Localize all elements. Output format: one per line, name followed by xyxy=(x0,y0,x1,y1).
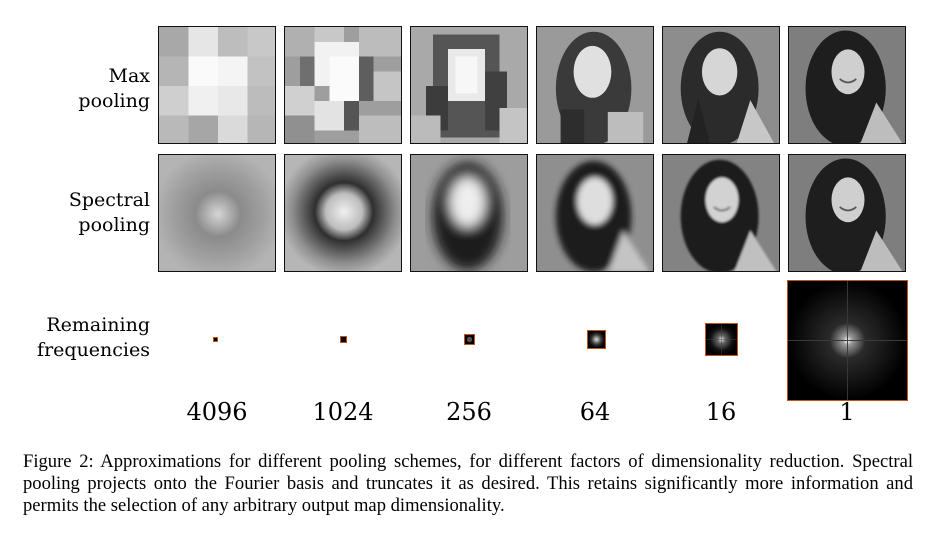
factor-label-256: 256 xyxy=(446,398,492,426)
max-pooling-image-4096 xyxy=(158,26,276,144)
frequency-spectrum-4096 xyxy=(213,337,218,342)
factor-label-64: 64 xyxy=(579,398,611,426)
frequency-spectrum-1024 xyxy=(340,336,347,343)
spectral-pooling-image-1 xyxy=(788,154,906,272)
factor-label-1024: 1024 xyxy=(312,398,374,426)
spectral-pooling-image-256 xyxy=(410,154,528,272)
row-label-max-pooling: Max pooling xyxy=(78,65,150,112)
spectral-pooling-image-16 xyxy=(662,154,780,272)
figure-caption: Figure 2: Approximations for different p… xyxy=(23,451,913,516)
frequency-spectrum-256 xyxy=(464,334,475,345)
factor-label-4096: 4096 xyxy=(186,398,248,426)
frequency-spectrum-64 xyxy=(587,330,606,349)
frequency-spectrum-16 xyxy=(705,323,738,356)
frequency-spectrum-1 xyxy=(787,280,908,401)
spectral-pooling-image-4096 xyxy=(158,154,276,272)
spectral-pooling-image-1024 xyxy=(284,154,402,272)
factor-label-16: 16 xyxy=(705,398,737,426)
row-label-spectral-pooling: Spectral pooling xyxy=(68,189,150,236)
spectral-pooling-image-64 xyxy=(536,154,654,272)
max-pooling-image-256 xyxy=(410,26,528,144)
max-pooling-image-64 xyxy=(536,26,654,144)
max-pooling-image-1024 xyxy=(284,26,402,144)
max-pooling-image-16 xyxy=(662,26,780,144)
factor-label-1: 1 xyxy=(839,398,855,426)
row-label-remaining-frequencies: Remaining frequencies xyxy=(37,314,150,361)
max-pooling-image-1 xyxy=(788,26,906,144)
